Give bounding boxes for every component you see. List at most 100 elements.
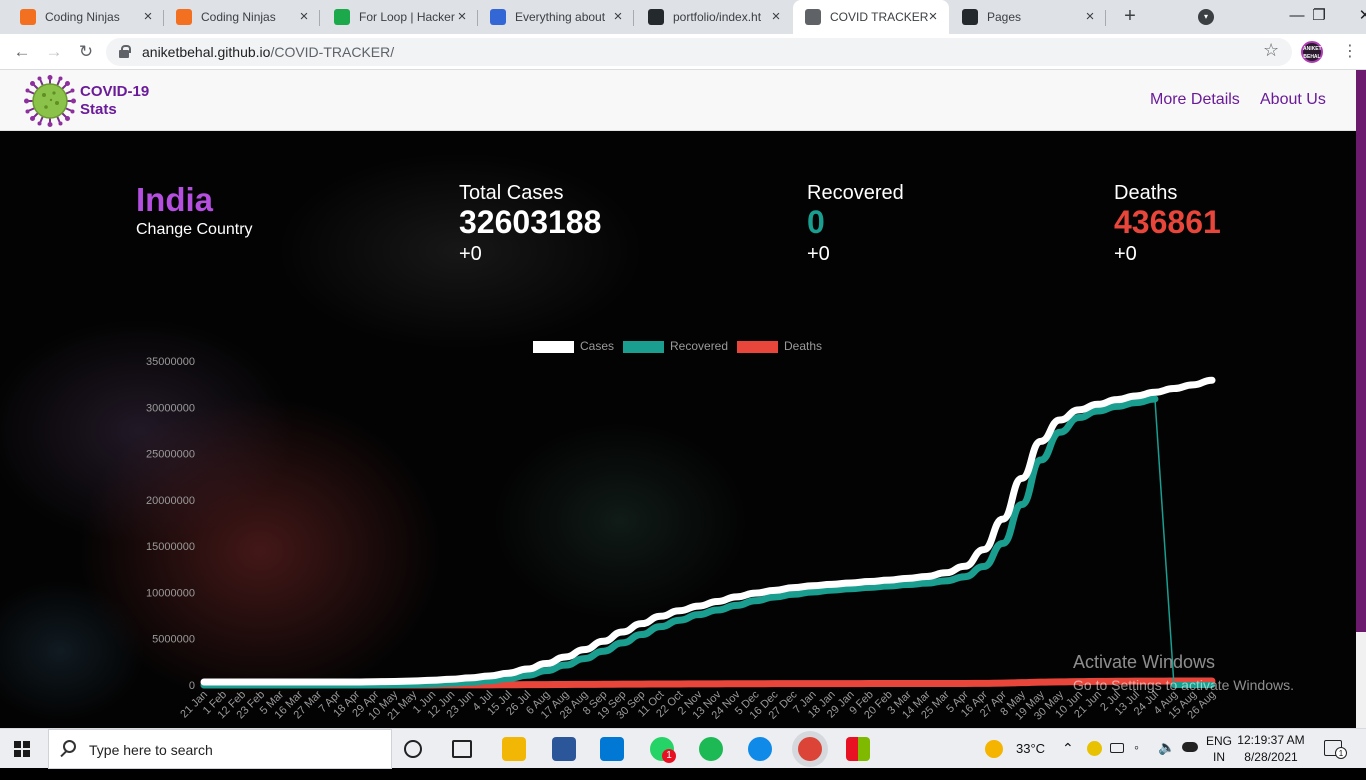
globe-icon — [805, 9, 821, 25]
browser-tab[interactable]: Pages × — [950, 0, 1106, 34]
language-indicator[interactable]: ENG IN — [1206, 733, 1232, 773]
watermark-line-2: Go to Settings to activate Windows. — [1073, 677, 1294, 693]
tab-title: Pages — [987, 10, 1022, 24]
tab-separator — [1105, 10, 1106, 26]
spotify-icon[interactable] — [699, 737, 723, 761]
weather-temp: 33°C — [1016, 741, 1046, 756]
legend-label: Deaths — [784, 339, 822, 353]
onedrive-icon[interactable] — [1182, 742, 1198, 752]
wifi-icon[interactable]: ◦ — [1134, 739, 1139, 779]
y-tick-label: 0 — [189, 680, 195, 692]
clock-date: 8/28/2021 — [1244, 750, 1298, 764]
microsoft-store-icon[interactable] — [552, 737, 576, 761]
watermark-line-1: Activate Windows — [1073, 652, 1216, 672]
profile-avatar[interactable]: ANIKET BEHAL — [1301, 41, 1323, 63]
reload-icon[interactable]: ↻ — [74, 40, 98, 64]
brand-title[interactable]: COVID-19 Stats — [80, 83, 149, 119]
series-line-recovered — [200, 395, 1159, 689]
app-grid-icon[interactable] — [846, 737, 870, 761]
y-tick-label: 10000000 — [146, 587, 195, 599]
close-tab-icon[interactable]: × — [454, 9, 470, 25]
chevron-up-icon[interactable]: ⌃ — [1062, 740, 1074, 780]
site-navbar: COVID-19 Stats More Details About Us — [0, 70, 1356, 131]
chrome-menu-icon[interactable]: ⋮ — [1340, 42, 1360, 62]
weather-widget[interactable]: 33°C — [985, 729, 1051, 769]
close-window-icon[interactable]: ✕ — [1342, 0, 1366, 34]
clock-time: 12:19:37 AM — [1237, 733, 1305, 747]
about-us-link[interactable]: About Us — [1260, 91, 1326, 109]
close-tab-icon[interactable]: × — [140, 9, 156, 25]
taskbar-clock[interactable]: 12:19:37 AM 8/28/2021 — [1236, 732, 1306, 766]
tab-separator — [633, 10, 634, 26]
browser-tab[interactable]: Coding Ninjas × — [8, 0, 164, 34]
more-details-link[interactable]: More Details — [1150, 91, 1240, 109]
y-tick-label: 5000000 — [152, 634, 195, 646]
browser-tab[interactable]: COVID TRACKER × — [793, 0, 949, 34]
close-tab-icon[interactable]: × — [296, 9, 312, 25]
y-tick-label: 20000000 — [146, 495, 195, 507]
search-placeholder: Type here to search — [89, 742, 213, 758]
browser-tab[interactable]: Everything about × — [478, 0, 634, 34]
volume-icon[interactable]: 🔈 — [1158, 739, 1175, 779]
close-tab-icon[interactable]: × — [925, 9, 941, 25]
taskbar-search-box[interactable]: Type here to search — [48, 729, 392, 769]
cortana-icon[interactable] — [404, 740, 422, 758]
scrollbar-thumb[interactable] — [1356, 70, 1366, 632]
lock-icon — [119, 45, 131, 58]
battery-icon[interactable] — [1110, 743, 1124, 753]
stats-hero: India Change Country Total Cases 3260318… — [0, 131, 1356, 728]
coding-ninjas-icon — [176, 9, 192, 25]
series-drop-line-recovered — [1154, 398, 1175, 686]
mail-icon[interactable] — [600, 737, 624, 761]
bookmark-star-icon[interactable]: ☆ — [1263, 40, 1279, 61]
weather-sun-icon — [985, 740, 1003, 758]
browser-tab[interactable]: portfolio/index.ht × — [636, 0, 792, 34]
legend-label: Recovered — [670, 339, 728, 353]
tab-strip: Coding Ninjas × Coding Ninjas × For Loop | H… — [0, 0, 1366, 34]
region-code: IN — [1213, 750, 1225, 764]
web-page: COVID-19 Stats More Details About Us Ind… — [0, 70, 1356, 728]
virus-logo-icon[interactable] — [24, 75, 76, 127]
close-tab-icon[interactable]: × — [610, 9, 626, 25]
language-code: ENG — [1206, 734, 1233, 748]
forward-icon[interactable]: → — [42, 40, 66, 64]
github-icon — [648, 9, 664, 25]
tab-title: COVID TRACKER — [830, 10, 929, 24]
legend-swatch — [737, 341, 778, 353]
page-scrollbar[interactable] — [1356, 70, 1366, 728]
activate-windows-watermark: Activate Windows Go to Settings to activ… — [1073, 652, 1294, 693]
legend-label: Cases — [580, 339, 614, 353]
legend-swatch — [533, 341, 574, 353]
y-tick-label: 30000000 — [146, 402, 195, 414]
restore-icon[interactable]: ❐ — [1296, 0, 1342, 34]
address-bar[interactable]: aniketbehal.github.io/COVID-TRACKER/ ☆ — [106, 38, 1292, 66]
edge-icon[interactable] — [748, 737, 772, 761]
notification-icon[interactable]: 1 — [1324, 740, 1347, 759]
task-view-icon[interactable] — [452, 740, 472, 758]
whatsapp-icon[interactable]: 1 — [650, 737, 676, 763]
browser-tab[interactable]: Coding Ninjas × — [164, 0, 320, 34]
browser-tab[interactable]: For Loop | Hacker × — [322, 0, 478, 34]
windows-start-icon[interactable] — [14, 741, 30, 757]
close-tab-icon[interactable]: × — [768, 9, 784, 25]
tab-title: portfolio/index.ht — [673, 10, 762, 24]
tab-title: For Loop | Hacker — [359, 10, 455, 24]
windows-taskbar: Type here to search 1 33°C ⌃ ◦ 🔈 ENG IN … — [0, 728, 1366, 769]
brand-line-1: COVID-19 — [80, 83, 150, 100]
y-tick-label: 15000000 — [146, 541, 195, 553]
tab-title: Coding Ninjas — [201, 10, 276, 24]
search-icon — [63, 740, 76, 753]
coding-ninjas-icon — [20, 9, 36, 25]
new-tab-icon[interactable]: + — [1118, 5, 1142, 29]
tab-search-icon[interactable]: ▾ — [1198, 9, 1214, 25]
browser-toolbar: ← → ↻ aniketbehal.github.io/COVID-TRACKE… — [0, 34, 1366, 70]
chrome-taskbar-icon[interactable] — [798, 737, 822, 761]
y-tick-label: 35000000 — [146, 356, 195, 368]
file-explorer-icon[interactable] — [502, 737, 526, 761]
notification-count: 1 — [1335, 747, 1347, 759]
close-tab-icon[interactable]: × — [1082, 9, 1098, 25]
y-tick-label: 25000000 — [146, 449, 195, 461]
back-icon[interactable]: ← — [10, 40, 34, 64]
tray-app-icon[interactable] — [1087, 741, 1102, 756]
site-icon — [490, 9, 506, 25]
